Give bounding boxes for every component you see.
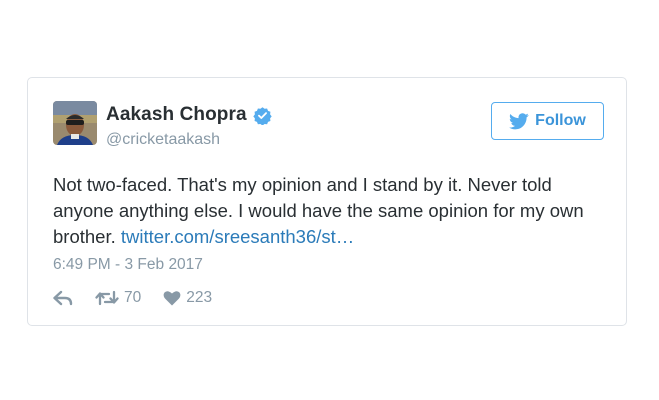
reply-icon [53,290,73,306]
author-name-row: Aakash Chopra [106,104,272,126]
tweet-card: Aakash Chopra @cricketaakash Follow Not … [27,77,627,326]
twitter-bird-icon [509,112,529,130]
retweet-count: 70 [124,289,142,306]
reply-button[interactable] [53,290,73,306]
tweet-text: Not two-faced. That's my opinion and I s… [53,172,598,250]
profile-photo-icon [53,101,97,145]
verified-badge-icon [253,106,272,126]
follow-button[interactable]: Follow [491,102,604,140]
like-button[interactable]: 223 [163,289,212,307]
tweet-actions: 70 223 [53,289,212,307]
like-count: 223 [186,289,213,306]
follow-button-label: Follow [535,112,586,129]
retweet-button[interactable]: 70 [95,289,141,307]
author-display-name[interactable]: Aakash Chopra [106,104,247,126]
tweet-timestamp[interactable]: 6:49 PM - 3 Feb 2017 [53,256,203,274]
retweet-icon [95,290,119,306]
tweet-link[interactable]: twitter.com/sreesanth36/st… [121,226,354,247]
heart-icon [163,290,181,306]
author-handle[interactable]: @cricketaakash [106,131,220,149]
avatar[interactable] [53,101,97,145]
